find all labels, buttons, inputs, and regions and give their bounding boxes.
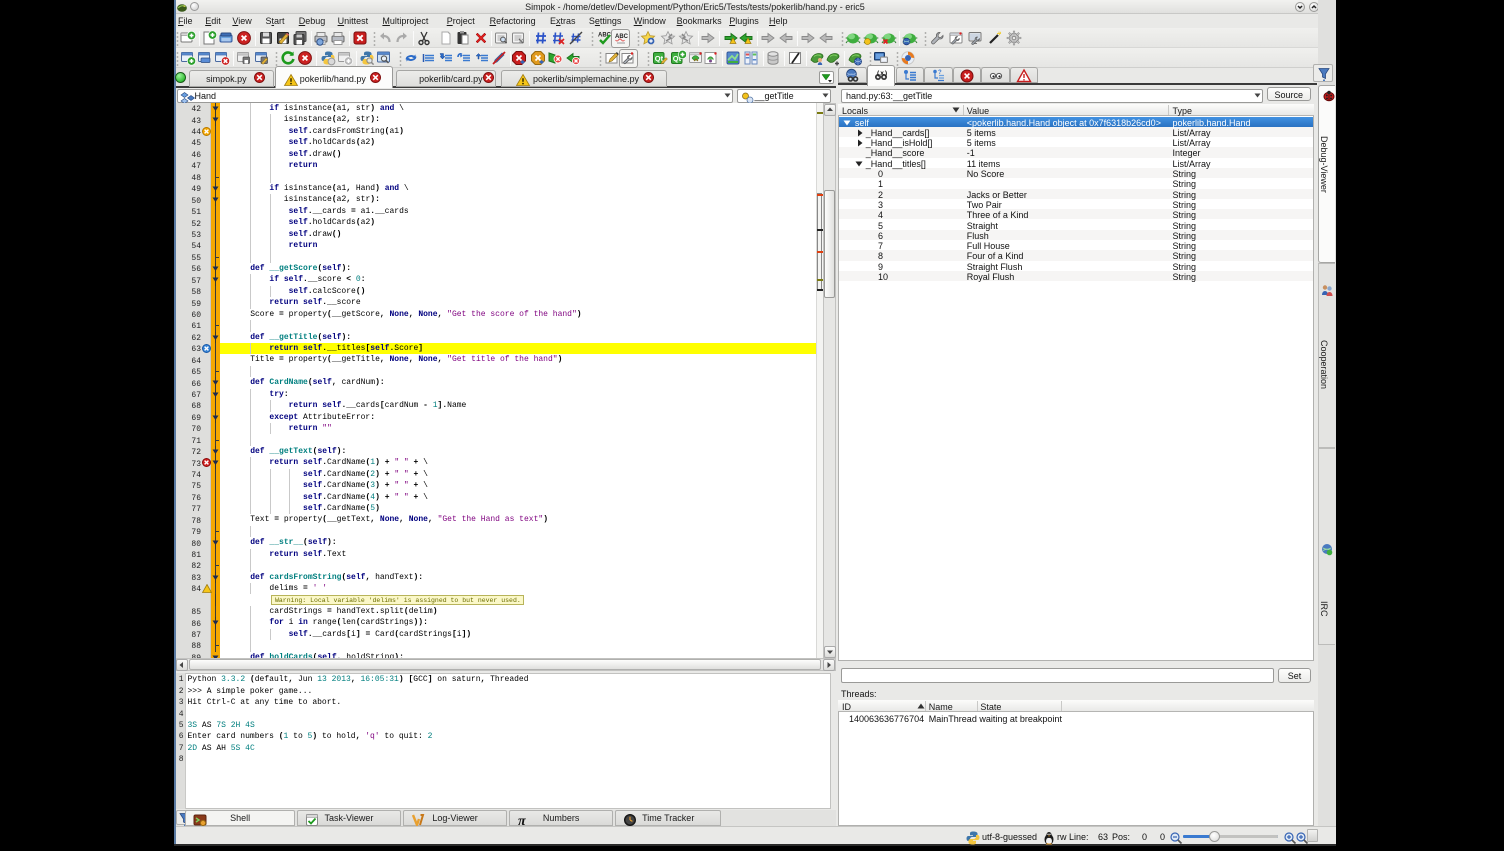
svg-text:(x): (x)	[877, 70, 889, 77]
svg-text:ABC: ABC	[615, 34, 629, 40]
